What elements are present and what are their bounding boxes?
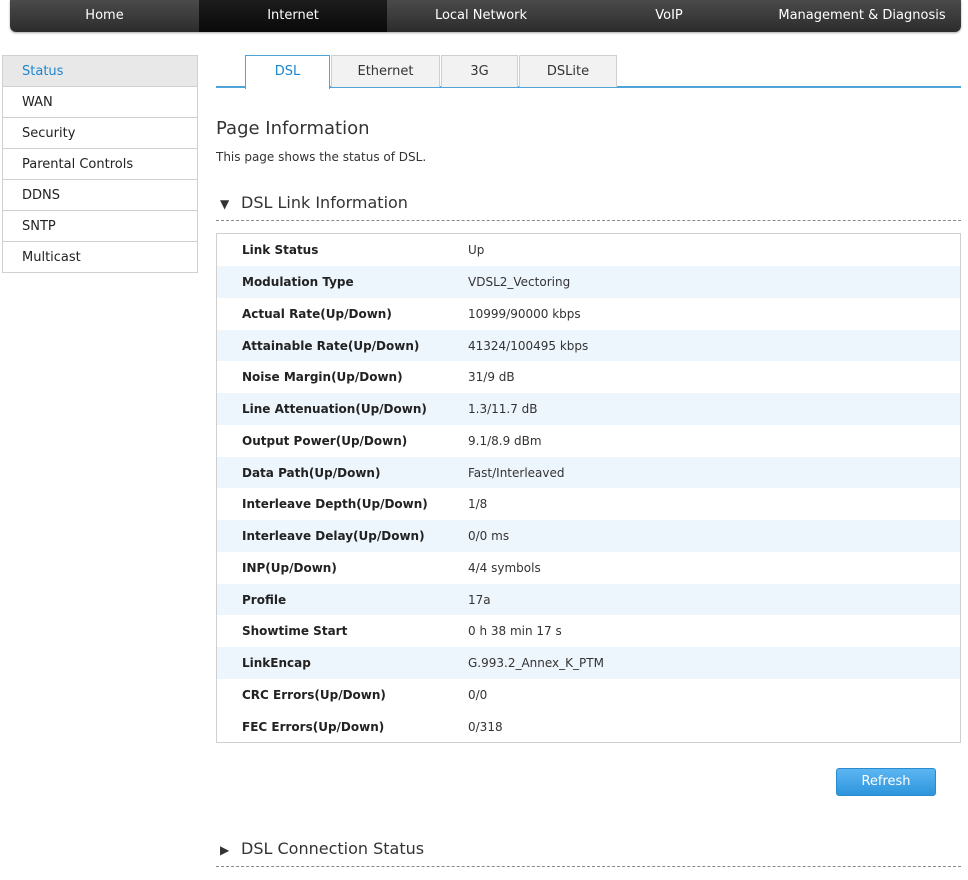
section-title: DSL Connection Status [241, 839, 425, 858]
sidebar-item-parental-controls[interactable]: Parental Controls [3, 149, 197, 180]
row-value: 0/0 [468, 687, 488, 702]
sidebar-item-wan[interactable]: WAN [3, 87, 197, 118]
row-value: 0/318 [468, 719, 503, 734]
table-row: Noise Margin(Up/Down) 31/9 dB [217, 361, 960, 393]
nav-item-home[interactable]: Home [10, 0, 199, 32]
row-key: FEC Errors(Up/Down) [242, 719, 385, 734]
row-key: Data Path(Up/Down) [242, 465, 381, 480]
row-value: Fast/Interleaved [468, 465, 565, 480]
status-tabs: DSL Ethernet 3G DSLite [216, 55, 961, 89]
page-description: This page shows the status of DSL. [216, 150, 427, 164]
sidebar-item-status[interactable]: Status [3, 56, 197, 87]
dsl-connection-status-header[interactable]: ▶ DSL Connection Status [216, 839, 961, 867]
table-row: INP(Up/Down) 4/4 symbols [217, 552, 960, 584]
row-key: Profile [242, 592, 287, 607]
row-value: 1.3/11.7 dB [468, 402, 538, 416]
row-value: 0 h 38 min 17 s [468, 624, 562, 638]
triangle-down-icon: ▼ [220, 197, 230, 211]
row-key: Interleave Delay(Up/Down) [242, 529, 425, 543]
row-key: Line Attenuation(Up/Down) [242, 402, 427, 416]
section-title: DSL Link Information [241, 193, 408, 212]
tab-3g[interactable]: 3G [441, 55, 518, 87]
tab-dslite[interactable]: DSLite [519, 55, 617, 87]
row-key: Output Power(Up/Down) [242, 433, 408, 448]
top-navigation-bar: Home Internet Local Network VoIP Managem… [10, 0, 961, 32]
row-key: Link Status [242, 243, 319, 257]
sidebar-item-ddns[interactable]: DDNS [3, 180, 197, 211]
sidebar-item-sntp[interactable]: SNTP [3, 211, 197, 242]
row-key: Actual Rate(Up/Down) [242, 306, 392, 321]
table-row: Line Attenuation(Up/Down) 1.3/11.7 dB [217, 393, 960, 425]
row-value: 10999/90000 kbps [468, 306, 581, 321]
sidebar-item-security[interactable]: Security [3, 118, 197, 149]
row-key: LinkEncap [242, 656, 311, 670]
dsl-link-information-table: Link Status Up Modulation Type VDSL2_Vec… [216, 233, 961, 743]
row-key: Showtime Start [242, 624, 348, 638]
row-value: 0/0 ms [468, 529, 510, 543]
row-value: 1/8 [468, 497, 488, 511]
row-key: Interleave Depth(Up/Down) [242, 497, 428, 511]
row-value: VDSL2_Vectoring [468, 275, 571, 289]
table-row: Output Power(Up/Down) 9.1/8.9 dBm [217, 425, 960, 457]
table-row: Profile 17a [217, 583, 960, 616]
table-row: LinkEncap G.993.2_Annex_K_PTM [217, 647, 960, 679]
table-row: CRC Errors(Up/Down) 0/0 [217, 679, 960, 711]
nav-item-internet[interactable]: Internet [199, 0, 387, 32]
table-row: Interleave Delay(Up/Down) 0/0 ms [217, 520, 960, 552]
page-title: Page Information [216, 118, 370, 139]
dsl-link-information-header[interactable]: ▼ DSL Link Information [216, 193, 961, 221]
row-value: 17a [468, 592, 491, 607]
table-row: FEC Errors(Up/Down) 0/318 [217, 710, 960, 743]
sidebar-item-multicast[interactable]: Multicast [3, 242, 197, 273]
table-row: Interleave Depth(Up/Down) 1/8 [217, 488, 960, 520]
nav-item-local-network[interactable]: Local Network [387, 0, 575, 32]
table-row: Showtime Start 0 h 38 min 17 s [217, 615, 960, 647]
row-value: 41324/100495 kbps [468, 338, 589, 353]
row-value: 31/9 dB [468, 370, 515, 384]
sidebar: Status WAN Security Parental Controls DD… [2, 55, 198, 273]
nav-item-voip[interactable]: VoIP [575, 0, 763, 32]
refresh-button[interactable]: Refresh [836, 768, 936, 796]
row-key: Noise Margin(Up/Down) [242, 370, 403, 384]
row-key: INP(Up/Down) [242, 560, 337, 575]
row-key: Modulation Type [242, 275, 354, 289]
row-value: Up [468, 243, 485, 257]
row-value: G.993.2_Annex_K_PTM [468, 656, 604, 670]
table-row: Actual Rate(Up/Down) 10999/90000 kbps [217, 298, 960, 330]
row-value: 9.1/8.9 dBm [468, 433, 542, 448]
nav-item-management-diagnosis[interactable]: Management & Diagnosis [763, 0, 961, 32]
tab-dsl[interactable]: DSL [245, 55, 330, 89]
table-row: Link Status Up [217, 234, 960, 266]
tab-ethernet[interactable]: Ethernet [331, 55, 440, 87]
table-row: Modulation Type VDSL2_Vectoring [217, 266, 960, 298]
row-value: 4/4 symbols [468, 560, 541, 575]
row-key: Attainable Rate(Up/Down) [242, 338, 420, 353]
triangle-right-icon: ▶ [220, 843, 230, 857]
row-key: CRC Errors(Up/Down) [242, 687, 386, 702]
table-row: Data Path(Up/Down) Fast/Interleaved [217, 456, 960, 489]
table-row: Attainable Rate(Up/Down) 41324/100495 kb… [217, 329, 960, 362]
